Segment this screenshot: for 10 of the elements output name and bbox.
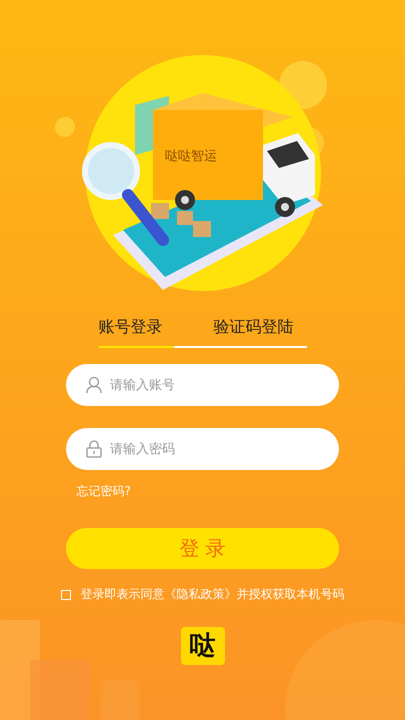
password-field[interactable]: 请输入密码 (66, 428, 339, 470)
login-tab[interactable]: 验证码登陆 (214, 313, 294, 348)
circle-decoration (278, 61, 326, 109)
login-tab[interactable]: 账号登录 (98, 313, 174, 348)
app-logo: 哒 (180, 627, 224, 665)
circle-decoration (54, 117, 74, 137)
account-field[interactable]: 请输入账号 (66, 364, 339, 406)
agreement-text: 登录即表示同意《隐私政策》并授权获取本机号码 (80, 586, 344, 603)
checkbox[interactable] (60, 590, 70, 600)
truck-delivery-drawing: 哒哒智运 (82, 55, 322, 291)
